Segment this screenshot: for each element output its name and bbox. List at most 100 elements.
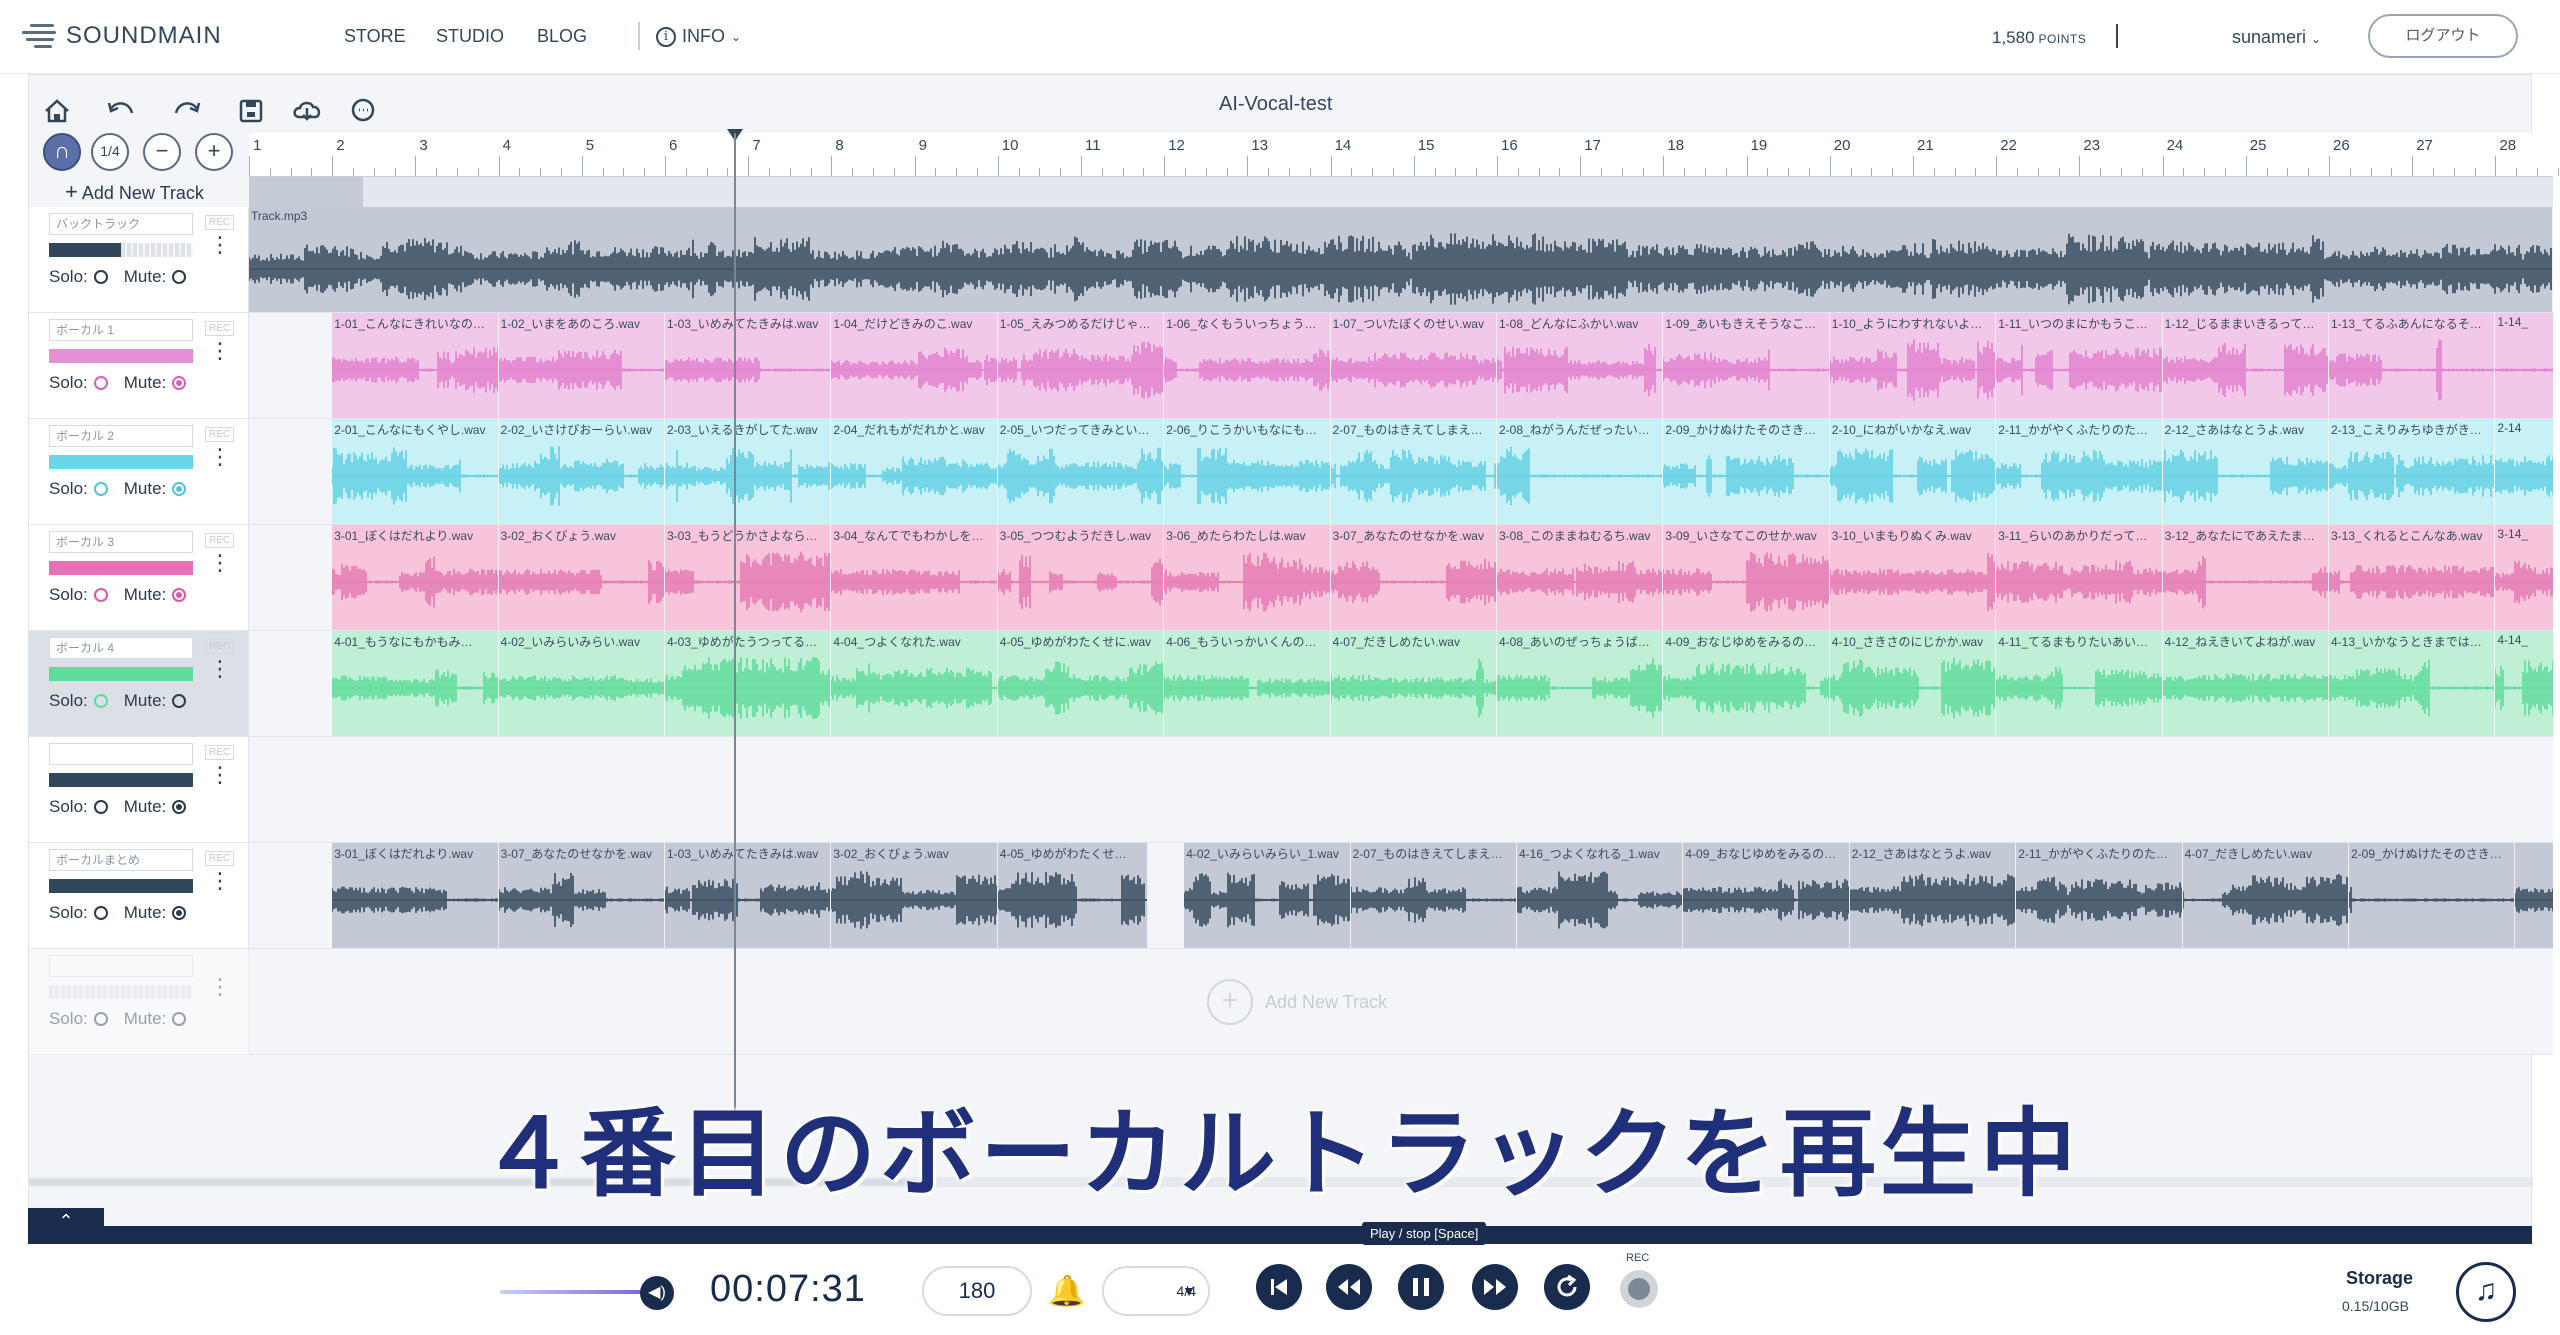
save-icon[interactable] [231, 91, 271, 131]
project-title[interactable]: AI-Vocal-test [1219, 93, 1332, 116]
audio-clip[interactable]: 4-05_ゆめがわたくせに.wav [997, 631, 1165, 736]
track-header[interactable]: REC ⋮ Solo: Mute: [29, 737, 249, 843]
kebab-menu-icon[interactable]: ⋮ [209, 234, 231, 256]
track-volume-slider[interactable] [49, 455, 193, 469]
audio-clip[interactable]: 1-11_いつのまにかもうこ… [1996, 313, 2163, 418]
audio-clip[interactable]: 3-12_あなたにであえたま… [2162, 525, 2329, 630]
zoom-out-button[interactable]: − [143, 133, 181, 171]
kebab-menu-icon[interactable]: ⋮ [209, 552, 231, 574]
audio-clip[interactable]: 2-08_ねがうんだぜったい… [1497, 419, 1664, 524]
master-volume-slider[interactable] [500, 1290, 650, 1294]
solo-radio[interactable] [93, 482, 108, 496]
audio-clip[interactable]: 4-13_いかなうときまでは… [2329, 631, 2496, 736]
nav-studio[interactable]: STUDIO [436, 26, 504, 47]
home-icon[interactable] [37, 91, 77, 131]
audio-clip[interactable]: 1-01_こんなにきれいなの… [332, 313, 499, 418]
audio-clip[interactable]: 4-07_だきしめたい.wav [1330, 631, 1497, 736]
audio-clip[interactable]: 4-16_つよくなれる_1.wav [1517, 843, 1684, 948]
logo-icon[interactable] [22, 22, 58, 52]
mute-radio[interactable] [172, 694, 187, 708]
audio-clip[interactable]: 3-01_ぼくはだれより.wav [332, 843, 499, 948]
audio-clip[interactable]: 1-08_どんなにふかい.wav [1497, 313, 1664, 418]
logout-button[interactable]: ログアウト [2368, 14, 2518, 58]
bpm-field[interactable]: 180 [922, 1266, 1032, 1316]
audio-clip[interactable]: 2-09_かけぬけたそのさき… [1663, 419, 1830, 524]
track-lane[interactable] [249, 737, 2553, 843]
track-name-input[interactable]: ボーカル 3 [49, 531, 193, 553]
kebab-menu-icon[interactable]: ⋮ [209, 658, 231, 680]
audio-clip[interactable]: 3-13_くれるとこんなあ.wav [2329, 525, 2496, 630]
mute-radio[interactable] [172, 800, 187, 814]
snap-magnet-button[interactable]: ∩ [43, 133, 81, 171]
track-name-input[interactable]: バックトラック [49, 213, 193, 235]
track-header[interactable]: ボーカル 2 REC ⋮ Solo: Mute: [29, 419, 249, 525]
audio-clip[interactable]: 2-12_さあはなとうよ.wav [1849, 843, 2017, 948]
track-lane[interactable]: 2-01_こんなにもくやし.wav 2-02_いさけびおーらい.wav 2-03_い… [249, 419, 2553, 525]
track-lane[interactable]: 4-01_もうなにもかもみ… 4-02_いみらいみらい.wav 4-03_ゆめがたう… [249, 631, 2553, 737]
audio-clip[interactable]: 2-09_かけぬけたそのさき… [2349, 843, 2516, 948]
audio-clip[interactable]: 4-09_おなじゆめをみるの… [1663, 631, 1830, 736]
audio-clip[interactable]: 2-05_いつだってきみとい… [997, 419, 1165, 524]
audio-clip[interactable]: 1-06_なくもういっちょう… [1164, 313, 1331, 418]
track-rec-toggle[interactable]: REC [205, 639, 235, 654]
kebab-menu-icon[interactable]: ⋮ [209, 340, 231, 362]
solo-radio[interactable] [93, 906, 108, 920]
audio-clip[interactable]: 2-13_こえりみちゆきがき… [2329, 419, 2496, 524]
track-header[interactable]: ⋮ Solo: Mute: [29, 949, 249, 1055]
audio-clip[interactable]: 1-12_じるままいきるって… [2162, 313, 2329, 418]
audio-clip[interactable]: 2-01_こんなにもくやし.wav [332, 419, 499, 524]
solo-radio[interactable] [93, 694, 108, 708]
zoom-in-button[interactable]: + [195, 133, 233, 171]
audio-clip[interactable]: 4-07_だきしめたい.wav [2182, 843, 2349, 948]
audio-clip[interactable]: 1-10_ようにわすれないよ… [1829, 313, 1997, 418]
track-name-input[interactable]: ボーカル 4 [49, 637, 193, 659]
user-menu[interactable]: sunameri ⌄ [2232, 27, 2321, 48]
logo-text[interactable]: SOUNDMAIN [66, 22, 222, 50]
kebab-menu-icon[interactable]: ⋮ [209, 446, 231, 468]
audio-clip[interactable]: 3-07_あなたのせなかを.wav [498, 843, 665, 948]
track-volume-slider[interactable] [49, 349, 193, 363]
audio-clip[interactable]: 1-14_ [2495, 313, 2553, 418]
audio-clip[interactable]: 4-01_もうなにもかもみ… [332, 631, 499, 736]
track-name-input[interactable] [49, 743, 193, 765]
nav-info[interactable]: i INFO ⌄ [656, 26, 741, 47]
solo-radio[interactable] [93, 376, 108, 390]
nav-store[interactable]: STORE [344, 26, 406, 47]
track-name-input[interactable]: ボーカル 1 [49, 319, 193, 341]
track-volume-slider[interactable] [49, 243, 193, 257]
audio-clip[interactable]: 4-09_おなじゆめをみるの… [1683, 843, 1850, 948]
track-lane[interactable]: 3-01_ぼくはだれより.wav 3-07_あなたのせなかを.wav 1-03_いめ… [249, 843, 2553, 949]
track-rec-toggle[interactable]: REC [205, 745, 235, 760]
audio-clip[interactable]: 3-07_あなたのせなかを.wav [1330, 525, 1497, 630]
lane-add-track[interactable]: + Add New Track [1207, 979, 1387, 1025]
metronome-bell-icon[interactable]: 🔔 [1048, 1274, 1085, 1310]
skip-to-start-button[interactable] [1256, 1264, 1302, 1310]
audio-clip[interactable]: 2-04_だれもがだれかと.wav [831, 419, 998, 524]
audio-clip[interactable]: 4-06_もういっかいくんの… [1164, 631, 1331, 736]
cloud-download-icon[interactable] [287, 91, 327, 131]
track-header[interactable]: ボーカル 4 REC ⋮ Solo: Mute: [29, 631, 249, 737]
fast-forward-button[interactable] [1472, 1264, 1518, 1310]
track-name-input[interactable]: ボーカル 2 [49, 425, 193, 447]
speaker-icon[interactable]: ◀) [640, 1276, 674, 1310]
audio-clip[interactable]: 1-03_いめみてたきみは.wav [665, 313, 832, 418]
track-lane[interactable]: Track.mp3 [249, 207, 2553, 313]
music-note-icon[interactable]: ♫ [2456, 1262, 2516, 1322]
track-rec-toggle[interactable]: REC [205, 215, 235, 230]
audio-clip[interactable]: 1-04_だけどきみのこ.wav [831, 313, 998, 418]
solo-radio[interactable] [93, 1012, 108, 1026]
track-lane[interactable]: 3-01_ぼくはだれより.wav 3-02_おくびょう.wav 3-03_もうどうか… [249, 525, 2553, 631]
track-name-input[interactable] [49, 955, 193, 977]
mute-radio[interactable] [172, 376, 187, 390]
track-header[interactable]: ボーカルまとめ REC ⋮ Solo: Mute: [29, 843, 249, 949]
audio-clip[interactable] [2515, 843, 2553, 948]
audio-clip[interactable]: 3-09_いさなてこのせか.wav [1663, 525, 1830, 630]
audio-clip[interactable]: 3-01_ぼくはだれより.wav [332, 525, 499, 630]
track-rec-toggle[interactable]: REC [205, 533, 235, 548]
mute-radio[interactable] [172, 482, 187, 496]
audio-clip[interactable]: 4-14_ [2495, 631, 2553, 736]
audio-clip[interactable]: 2-11_かがやくふたりのた… [1996, 419, 2163, 524]
track-volume-slider[interactable] [49, 985, 193, 999]
audio-clip[interactable]: 2-07_ものはきえてしまえ… [1350, 843, 1517, 948]
audio-clip[interactable]: 3-02_おくびょう.wav [498, 525, 665, 630]
